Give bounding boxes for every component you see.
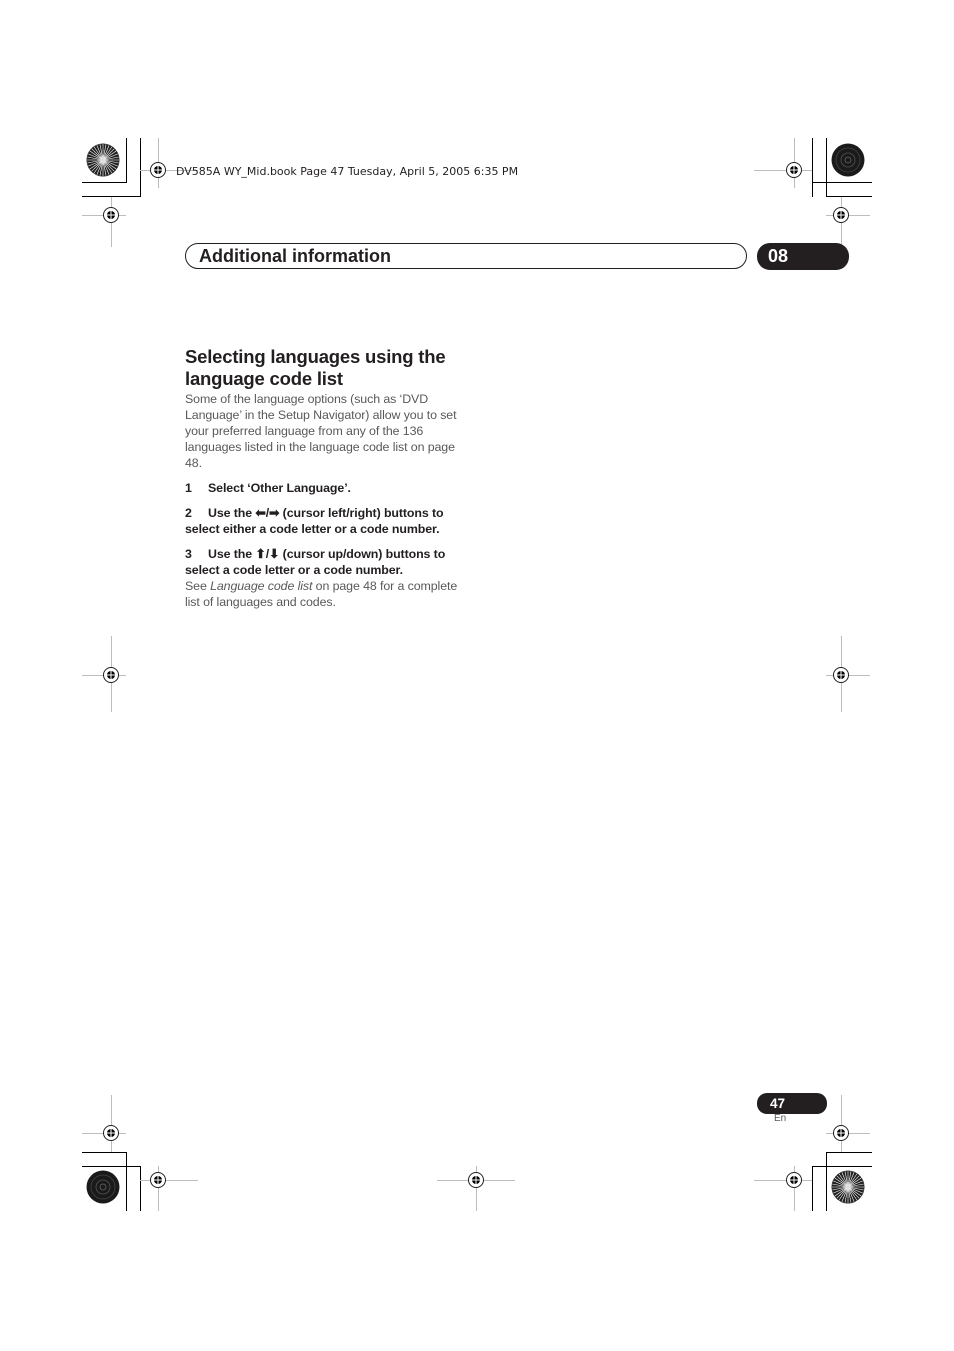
step-number: 3 — [185, 547, 192, 561]
registration-mark-icon — [103, 667, 119, 683]
step-text: Select ‘Other Language’. — [208, 481, 351, 495]
starburst-target-icon — [86, 1170, 120, 1204]
section-header-title: Additional information — [199, 246, 391, 266]
step-text-pre: Use the — [208, 506, 256, 520]
chapter-number: 08 — [768, 246, 789, 266]
page-number: 47 — [770, 1096, 786, 1111]
starburst-target-icon — [831, 1170, 865, 1204]
step-1: 1 Select ‘Other Language’. — [185, 480, 465, 496]
registration-mark-icon — [786, 162, 802, 178]
crop-mark-line — [812, 1166, 872, 1167]
registration-mark-icon — [103, 1125, 119, 1141]
language-code-list-reference[interactable]: Language code list — [210, 579, 312, 593]
section-title-line2: language code list — [185, 368, 343, 389]
crop-mark-line — [82, 1152, 127, 1153]
page-language: En — [774, 1113, 787, 1124]
crop-mark-line — [82, 182, 127, 183]
crop-mark-line — [826, 1152, 872, 1153]
arrow-down-icon: ⬇ — [269, 547, 280, 561]
crop-mark-line — [826, 138, 827, 197]
note-pre: See — [185, 579, 211, 593]
step-2: 2 Use the ⬅/➡ (cursor left/right) buttons… — [185, 505, 465, 537]
starburst-target-icon — [86, 143, 120, 177]
step-3-note: See Language code list on page 48 for a … — [185, 578, 465, 610]
step-number: 2 — [185, 506, 192, 520]
crosshair-line — [754, 1180, 812, 1181]
step-number: 1 — [185, 481, 192, 495]
arrow-up-icon: ⬆ — [255, 547, 266, 561]
crop-mark-line — [140, 138, 141, 197]
registration-mark-icon — [786, 1172, 802, 1188]
intro-paragraph: Some of the language options (such as ‘D… — [185, 392, 457, 470]
registration-mark-icon — [150, 162, 166, 178]
section-title: Selecting languages using the language c… — [185, 346, 465, 390]
registration-mark-icon — [468, 1172, 484, 1188]
crop-mark-line — [82, 1166, 141, 1167]
starburst-target-icon — [831, 143, 865, 177]
crop-mark-line — [126, 138, 127, 183]
registration-mark-icon — [833, 1125, 849, 1141]
registration-mark-icon — [833, 667, 849, 683]
crop-mark-line — [826, 196, 872, 197]
crop-mark-line — [140, 1166, 141, 1211]
step-text-pre: Use the — [208, 547, 256, 561]
registration-mark-icon — [833, 207, 849, 223]
section-title-line1: Selecting languages using the — [185, 346, 446, 367]
content-column: Selecting languages using the language c… — [185, 346, 465, 610]
step-3: 3 Use the ⬆/⬇ (cursor up/down) buttons to… — [185, 546, 465, 578]
crop-mark-line — [126, 1152, 127, 1211]
arrow-right-icon: ➡ — [269, 506, 280, 520]
page-number-badge — [757, 1093, 827, 1114]
registration-mark-icon — [150, 1172, 166, 1188]
registration-mark-icon — [103, 207, 119, 223]
crop-mark-line — [812, 138, 813, 197]
crop-mark-line — [812, 182, 872, 183]
crop-mark-line — [826, 1152, 827, 1211]
print-slug: DV585A WY_Mid.book Page 47 Tuesday, Apri… — [176, 165, 519, 178]
arrow-left-icon: ⬅ — [255, 506, 266, 520]
crop-mark-line — [812, 1166, 813, 1211]
crosshair-line — [754, 170, 812, 171]
